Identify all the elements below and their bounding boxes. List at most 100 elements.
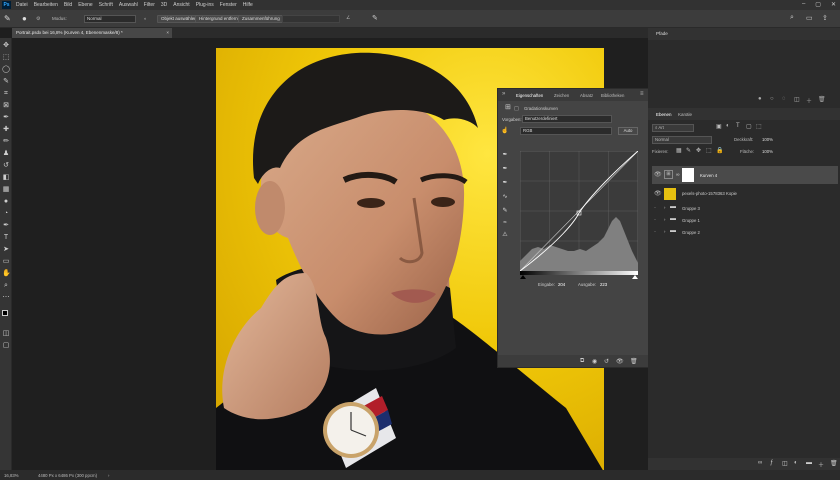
link-layers-icon[interactable]: ∞ bbox=[758, 460, 762, 466]
layer-mask-thumbnail[interactable] bbox=[682, 168, 694, 182]
brush-settings-icon[interactable]: ⚙ bbox=[36, 16, 40, 22]
maximize-icon[interactable]: ▢ bbox=[815, 1, 821, 8]
dodge-icon[interactable]: ◔ bbox=[2, 210, 10, 218]
tab-channels[interactable]: Kanäle bbox=[678, 112, 692, 117]
lock-paint-icon[interactable]: ✎ bbox=[686, 147, 691, 154]
tab-absatz[interactable]: Absatz bbox=[580, 93, 593, 98]
eye-icon[interactable]: 👁 bbox=[654, 190, 662, 197]
tab-layers[interactable]: Ebenen bbox=[656, 112, 672, 117]
eye-icon[interactable]: · bbox=[654, 229, 656, 235]
lock-pixels-icon[interactable]: ▦ bbox=[676, 147, 682, 154]
type-icon[interactable]: T bbox=[2, 234, 10, 242]
clip-to-layer-icon[interactable]: ⧉ bbox=[580, 358, 584, 365]
visibility-icon[interactable]: 👁 bbox=[616, 358, 624, 365]
eyedropper-icon[interactable]: ✒ bbox=[2, 114, 10, 122]
frame-icon[interactable]: ⊠ bbox=[2, 102, 10, 110]
eyedropper-black-icon[interactable]: ✒ bbox=[501, 151, 509, 159]
menu-hilfe[interactable]: Hilfe bbox=[240, 2, 256, 8]
fx-icon[interactable]: ƒ bbox=[770, 460, 773, 466]
eye-icon[interactable]: 👁 bbox=[654, 171, 662, 178]
refine-button[interactable]: Zusammenführung bbox=[238, 15, 284, 23]
view-previous-icon[interactable]: ◉ bbox=[592, 358, 597, 365]
new-path-icon[interactable]: ＋ bbox=[806, 96, 812, 105]
menu-bild[interactable]: Bild bbox=[61, 2, 75, 8]
chain-icon[interactable]: ∞ bbox=[676, 172, 680, 178]
new-group-icon[interactable]: ▬ bbox=[806, 460, 812, 466]
more-icon[interactable]: ⋯ bbox=[2, 294, 10, 302]
panel-collapse-icon[interactable]: » bbox=[502, 91, 505, 97]
chevron-right-icon[interactable]: › bbox=[664, 205, 665, 210]
menu-auswahl[interactable]: Auswahl bbox=[116, 2, 141, 8]
delete-layer-icon[interactable]: 🗑 bbox=[830, 460, 838, 467]
gradient-slider[interactable] bbox=[520, 271, 638, 279]
add-mask-icon[interactable]: ◫ bbox=[782, 460, 788, 467]
new-layer-icon[interactable]: ＋ bbox=[818, 460, 824, 469]
document-tab[interactable]: Portrait.psdx bei 16,8% (Kurven 4, Ebene… bbox=[12, 28, 172, 38]
adjustment-icon[interactable]: ◐ bbox=[794, 460, 798, 466]
curves-graph[interactable] bbox=[520, 151, 638, 271]
layer-filter-select[interactable]: ⌕ Art bbox=[652, 124, 694, 132]
chevron-right-icon[interactable]: › bbox=[664, 217, 665, 222]
delete-path-icon[interactable]: 🗑 bbox=[818, 96, 826, 103]
menu-fenster[interactable]: Fenster bbox=[217, 2, 240, 8]
path-fill-icon[interactable]: ● bbox=[758, 96, 762, 102]
layer-row[interactable]: 👁 ⊞ ∞ Kurven 4 bbox=[652, 166, 838, 184]
channel-dropdown[interactable]: RGB bbox=[520, 127, 612, 135]
close-tab-icon[interactable]: × bbox=[166, 28, 169, 38]
reset-icon[interactable]: ↺ bbox=[604, 358, 609, 365]
mask-icon[interactable]: ◻ bbox=[514, 105, 519, 112]
filter-type-icon[interactable]: T bbox=[736, 123, 740, 129]
auto-button[interactable]: Auto bbox=[618, 127, 638, 135]
gradient-icon[interactable]: ▦ bbox=[2, 186, 10, 194]
chevron-right-icon[interactable]: › bbox=[664, 229, 665, 234]
blur-icon[interactable]: ● bbox=[2, 198, 10, 206]
sampling-icon[interactable]: ◐ bbox=[144, 16, 147, 21]
move-icon[interactable]: ✥ bbox=[2, 42, 10, 50]
stamp-icon[interactable]: ♟ bbox=[2, 150, 10, 158]
modus-select[interactable]: Normal bbox=[84, 15, 136, 23]
lock-artboard-icon[interactable]: ⬚ bbox=[706, 147, 712, 154]
brush-icon[interactable]: ✏ bbox=[2, 138, 10, 146]
quick-mask-icon[interactable]: ◫ bbox=[2, 330, 10, 338]
menu-filter[interactable]: Filter bbox=[141, 2, 158, 8]
paths-panel-header[interactable]: Pfade bbox=[648, 28, 840, 40]
curve-edit-icon[interactable]: ∿ bbox=[501, 193, 509, 201]
angle-icon[interactable]: ∠ bbox=[346, 15, 350, 21]
chevron-right-icon[interactable]: › bbox=[108, 473, 109, 478]
preset-dropdown[interactable]: Benutzerdefiniert bbox=[522, 115, 612, 123]
filter-pixel-icon[interactable]: ▣ bbox=[716, 123, 722, 130]
smooth-icon[interactable]: ≈ bbox=[501, 219, 509, 227]
panel-menu-icon[interactable]: ≡ bbox=[640, 91, 644, 97]
path-stroke-icon[interactable]: ○ bbox=[770, 96, 774, 102]
layer-row[interactable]: · › ▬ Gruppe 1 bbox=[652, 216, 838, 226]
eyedropper-gray-icon[interactable]: ✒ bbox=[501, 165, 509, 173]
zoom-value[interactable]: 16,83% bbox=[4, 473, 19, 478]
layer-row[interactable]: 👁 pexels-photo-1578363 Kopie bbox=[652, 186, 838, 202]
blend-mode-select[interactable]: Normal bbox=[652, 136, 712, 144]
share-icon[interactable]: ⇪ bbox=[822, 14, 828, 22]
tab-properties[interactable]: Eigenschaften bbox=[516, 93, 543, 98]
path-mask-icon[interactable]: ◫ bbox=[794, 96, 800, 103]
clipping-warning-icon[interactable]: ⚠ bbox=[501, 231, 509, 239]
tab-libraries[interactable]: Bibliotheken bbox=[601, 93, 624, 98]
marquee-icon[interactable]: ⬚ bbox=[2, 54, 10, 62]
close-icon[interactable]: ✕ bbox=[831, 1, 836, 8]
menu-bearbeiten[interactable]: Bearbeiten bbox=[31, 2, 61, 8]
fill-value[interactable]: 100% bbox=[762, 149, 773, 154]
filter-shape-icon[interactable]: ▢ bbox=[746, 123, 752, 130]
menu-plugins[interactable]: Plug-ins bbox=[193, 2, 217, 8]
menu-ansicht[interactable]: Ansicht bbox=[170, 2, 192, 8]
minimize-icon[interactable]: – bbox=[802, 1, 805, 8]
menu-datei[interactable]: Datei bbox=[13, 2, 31, 8]
pencil-draw-icon[interactable]: ✎ bbox=[501, 207, 509, 215]
pen-icon[interactable]: ✒ bbox=[2, 222, 10, 230]
screen-mode-icon[interactable]: ▢ bbox=[2, 342, 10, 350]
foreground-color-swatch[interactable] bbox=[2, 310, 8, 316]
menu-ebene[interactable]: Ebene bbox=[75, 2, 95, 8]
eraser-icon[interactable]: ◧ bbox=[2, 174, 10, 182]
filter-adjust-icon[interactable]: ◐ bbox=[726, 123, 730, 129]
shape-icon[interactable]: ▭ bbox=[2, 258, 10, 266]
input-value[interactable]: 204 bbox=[558, 282, 565, 287]
history-brush-icon[interactable]: ↺ bbox=[2, 162, 10, 170]
filter-smart-icon[interactable]: ⬚ bbox=[756, 123, 762, 130]
